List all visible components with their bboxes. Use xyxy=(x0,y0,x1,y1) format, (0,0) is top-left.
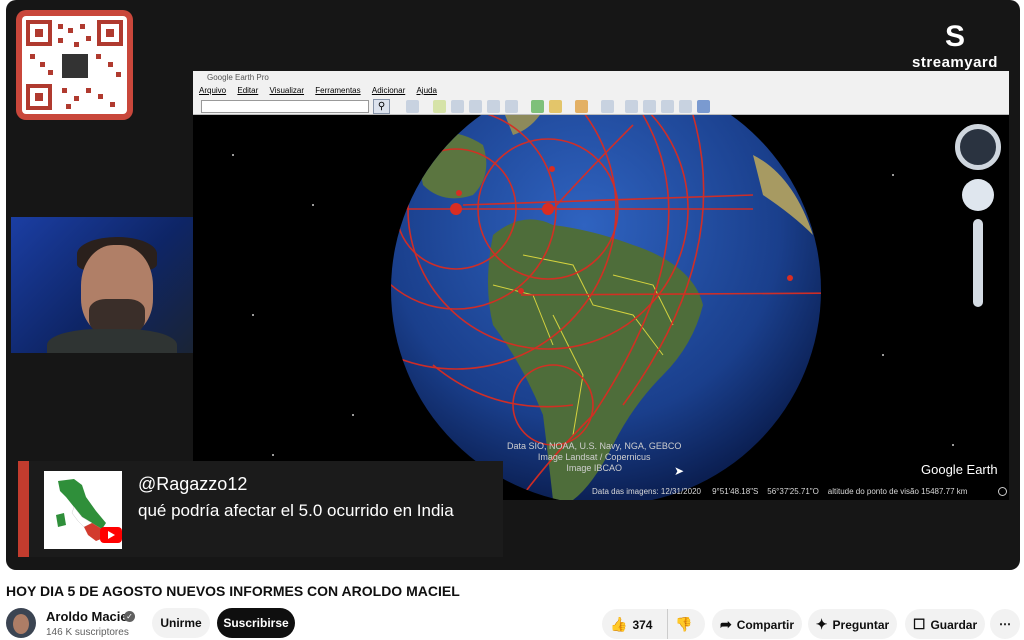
chat-overlay: @Ragazzo12 qué podría afectar el 5.0 ocu… xyxy=(18,461,503,557)
menu-ajuda[interactable]: Ajuda xyxy=(416,86,436,95)
share-button[interactable]: ➦ Compartir xyxy=(712,609,802,639)
more-actions-button[interactable]: ⋯ xyxy=(990,609,1020,639)
save-button[interactable]: ☐ Guardar xyxy=(905,609,985,639)
window-title: Google Earth Pro xyxy=(193,71,1009,84)
ask-button[interactable]: ✦ Preguntar xyxy=(808,609,897,639)
thumbs-down-icon: 👎 xyxy=(675,616,693,632)
menu-arquivo[interactable]: Arquivo xyxy=(199,86,226,95)
credit-line-2: Image Landsat / Copernicus xyxy=(537,452,651,462)
planets-icon[interactable] xyxy=(575,100,588,113)
google-earth-logo: Google Earth xyxy=(921,462,998,477)
chat-message: qué podría afectar el 5.0 ocurrido en In… xyxy=(138,501,454,520)
historical-imagery-icon[interactable] xyxy=(531,100,544,113)
email-icon[interactable] xyxy=(625,100,638,113)
streamyard-wordmark: streamyard xyxy=(912,54,998,71)
imagery-credits: Data SIO, NOAA, U.S. Navy, NGA, GEBCO Im… xyxy=(507,441,681,474)
toolbar: ⚲ xyxy=(193,98,1009,115)
placemark-icon[interactable] xyxy=(433,100,446,113)
chat-avatar xyxy=(44,471,122,549)
search-icon[interactable]: ⚲ xyxy=(373,99,390,114)
share-label: Compartir xyxy=(736,618,795,632)
pan-control-icon[interactable] xyxy=(962,179,994,211)
eye-altitude: altitude do ponto de visão 15487.77 km xyxy=(827,487,968,496)
bookmark-icon: ☐ xyxy=(912,616,926,632)
maps-icon[interactable] xyxy=(697,100,710,113)
webcam-feed xyxy=(11,217,195,353)
video-title: HOY DIA 5 DE AGOSTO NUEVOS INFORMES CON … xyxy=(6,583,460,599)
share-icon: ➦ xyxy=(719,616,732,632)
dislike-button[interactable]: 👎 xyxy=(667,609,705,639)
ask-label: Preguntar xyxy=(832,618,890,632)
longitude: 56°37'25.71"O xyxy=(767,487,819,496)
join-button[interactable]: Unirme xyxy=(152,608,210,638)
sunlight-icon[interactable] xyxy=(549,100,562,113)
menu-editar[interactable]: Editar xyxy=(237,86,258,95)
tour-icon[interactable] xyxy=(505,100,518,113)
sidebar-toggle-icon[interactable] xyxy=(406,100,419,113)
mouse-cursor-icon: ➤ xyxy=(674,464,685,478)
menu-visualizar[interactable]: Visualizar xyxy=(270,86,305,95)
thumbs-up-icon: 👍 xyxy=(610,616,628,632)
print-icon[interactable] xyxy=(643,100,656,113)
ruler-icon[interactable] xyxy=(601,100,614,113)
like-button[interactable]: 👍 374 xyxy=(602,609,667,639)
navigation-controls[interactable] xyxy=(953,124,1003,314)
streaming-status-icon xyxy=(998,487,1007,496)
google-earth-window: Google Earth Pro Arquivo Editar Visualiz… xyxy=(193,71,1009,505)
latitude: 9°51'48.18"S xyxy=(712,487,759,496)
polygon-icon[interactable] xyxy=(451,100,464,113)
compass-icon[interactable] xyxy=(955,124,1001,170)
imagery-date: Data das imagens: 12/31/2020 xyxy=(592,487,701,496)
subscriber-count: 146 K suscriptores xyxy=(46,627,129,638)
chat-username: @Ragazzo12 xyxy=(138,474,248,494)
channel-avatar[interactable] xyxy=(6,608,36,638)
status-bar: Data das imagens: 12/31/2020 9°51'48.18"… xyxy=(592,487,967,496)
map-icon[interactable] xyxy=(679,100,692,113)
menu-ferramentas[interactable]: Ferramentas xyxy=(315,86,360,95)
qr-code xyxy=(16,10,133,120)
credit-line-1: Data SIO, NOAA, U.S. Navy, NGA, GEBCO xyxy=(507,441,682,451)
search-input[interactable] xyxy=(201,100,369,113)
save-label: Guardar xyxy=(930,618,978,632)
subscribe-button[interactable]: Suscribirse xyxy=(217,608,295,638)
zoom-slider[interactable] xyxy=(973,219,983,307)
save-image-icon[interactable] xyxy=(661,100,674,113)
credit-line-3: Image IBCAO xyxy=(566,463,622,473)
streamyard-mark: S xyxy=(944,20,965,53)
path-icon[interactable] xyxy=(469,100,482,113)
overlay-icon[interactable] xyxy=(487,100,500,113)
like-count: 374 xyxy=(632,618,653,632)
channel-name[interactable]: Aroldo Maciel xyxy=(46,609,131,624)
verified-icon: ✓ xyxy=(124,611,135,622)
menu-adicionar[interactable]: Adicionar xyxy=(372,86,405,95)
streamyard-logo: S streamyard xyxy=(910,20,1000,71)
sparkle-icon: ✦ xyxy=(815,616,828,632)
menu-bar: Arquivo Editar Visualizar Ferramentas Ad… xyxy=(193,84,1009,98)
more-icon: ⋯ xyxy=(999,617,1011,631)
